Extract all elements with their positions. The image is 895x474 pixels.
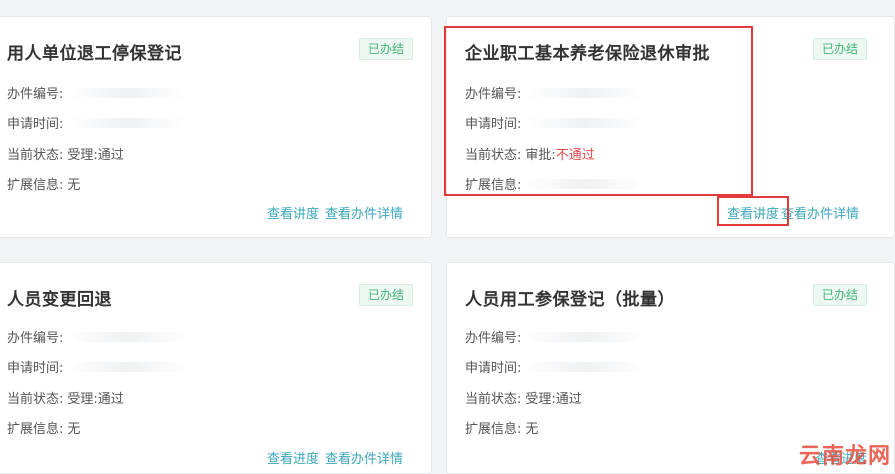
application-list: 用人单位退工停保登记 已办结 办件编号: 申请时间: 当前状态: 受理:通过 扩… — [0, 0, 895, 474]
field-row-case-number: 办件编号: — [465, 83, 646, 102]
field-row-extended-info: 扩展信息: 无 — [7, 174, 80, 193]
field-row-case-number: 办件编号: — [7, 83, 188, 102]
view-progress-link[interactable]: 查看讲度 — [267, 207, 319, 222]
field-label: 扩展信息: — [7, 422, 64, 437]
redacted-value — [525, 361, 646, 372]
field-label: 扩展信息: — [465, 178, 522, 193]
field-label: 当前状态: — [7, 392, 64, 407]
field-label: 办件编号: — [7, 87, 64, 102]
field-label: 办件编号: — [465, 331, 522, 346]
field-label: 当前状态: — [465, 392, 522, 407]
field-label: 当前状态: — [7, 148, 64, 163]
field-row-extended-info: 扩展信息: 无 — [465, 418, 538, 437]
watermark-logo: 云南龙网 — [798, 444, 891, 469]
redacted-value — [67, 361, 188, 372]
redacted-value — [67, 117, 188, 128]
field-value: 受理:通过 — [525, 392, 582, 407]
card-title: 用人单位退工停保登记 — [7, 44, 182, 64]
card-actions: 查看进度 查看办件详情 — [267, 448, 403, 467]
field-label: 办件编号: — [7, 331, 64, 346]
status-badge: 已办结 — [359, 284, 414, 306]
field-row-current-status: 当前状态: 受理:通过 — [7, 144, 124, 163]
status-badge: 已办结 — [359, 38, 414, 60]
field-label: 扩展信息: — [465, 422, 522, 437]
rejected-status-text: 不通过 — [555, 148, 595, 163]
application-card: 企业职工基本养老保险退休审批 已办结 办件编号: 申请时间: 当前状态: 审批:… — [446, 16, 895, 238]
view-details-link[interactable]: 查看办件详情 — [325, 452, 403, 467]
application-card: 人员变更回退 已办结 办件编号: 申请时间: 当前状态: 受理:通过 扩展信息:… — [0, 262, 432, 474]
status-badge: 已办结 — [813, 284, 868, 306]
field-row-current-status: 当前状态: 受理:通过 — [465, 388, 582, 407]
field-value: 受理:通过 — [67, 148, 124, 163]
redacted-value — [525, 178, 646, 189]
redacted-value — [67, 87, 188, 98]
application-card: 用人单位退工停保登记 已办结 办件编号: 申请时间: 当前状态: 受理:通过 扩… — [0, 16, 432, 238]
field-row-extended-info: 扩展信息: 无 — [7, 418, 80, 437]
field-value: 无 — [525, 422, 539, 437]
field-row-apply-time: 申请时间: — [7, 113, 188, 132]
card-title: 企业职工基本养老保险退休审批 — [465, 44, 710, 64]
view-details-link[interactable]: 查看办件详情 — [781, 207, 859, 222]
view-details-link[interactable]: 查看办件详情 — [325, 207, 403, 222]
redacted-value — [525, 87, 646, 98]
field-label: 当前状态: — [465, 148, 522, 163]
field-row-case-number: 办件编号: — [7, 327, 188, 346]
redacted-value — [525, 331, 646, 342]
field-label: 申请时间: — [7, 117, 64, 132]
field-label: 申请时间: — [465, 361, 522, 376]
field-row-apply-time: 申请时间: — [465, 113, 646, 132]
field-row-apply-time: 申请时间: — [7, 357, 188, 376]
field-label: 办件编号: — [465, 87, 522, 102]
field-label: 申请时间: — [465, 117, 522, 132]
field-row-current-status: 当前状态: 审批: 不通过 — [465, 144, 595, 163]
field-label: 申请时间: — [7, 361, 64, 376]
redacted-value — [525, 117, 646, 128]
field-row-apply-time: 申请时间: — [465, 357, 646, 376]
view-progress-link[interactable]: 查看讲度 — [727, 207, 779, 222]
field-value: 无 — [67, 422, 81, 437]
card-title: 人员变更回退 — [7, 290, 112, 310]
field-value: 受理:通过 — [67, 392, 124, 407]
field-row-current-status: 当前状态: 受理:通过 — [7, 388, 124, 407]
field-row-extended-info: 扩展信息: — [465, 174, 646, 193]
card-actions: 查看讲度 查看办件详情 — [267, 203, 403, 222]
status-badge: 已办结 — [813, 38, 868, 60]
field-value: 无 — [67, 178, 81, 193]
view-progress-link[interactable]: 查看进度 — [267, 452, 319, 467]
field-row-case-number: 办件编号: — [465, 327, 646, 346]
field-value: 审批: — [525, 148, 556, 163]
field-label: 扩展信息: — [7, 178, 64, 193]
card-title: 人员用工参保登记（批量） — [465, 290, 675, 310]
card-actions: 查看讲度 查看办件详情 — [727, 203, 859, 222]
redacted-value — [67, 331, 188, 342]
